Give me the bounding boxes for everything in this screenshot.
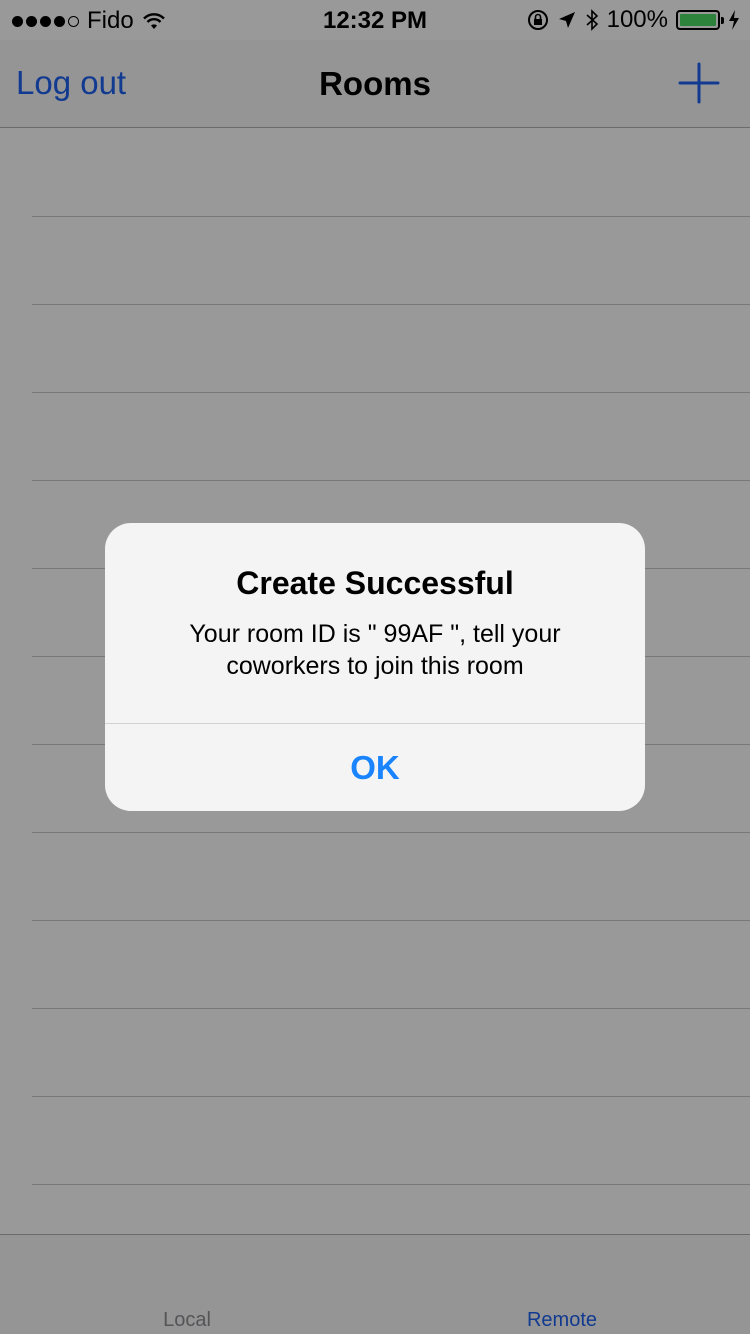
alert-dialog: Create Successful Your room ID is " 99AF…	[105, 523, 645, 811]
alert-message: Your room ID is " 99AF ", tell your cowo…	[189, 620, 561, 680]
ok-button[interactable]: OK	[105, 724, 645, 811]
alert-title: Create Successful	[236, 565, 514, 601]
